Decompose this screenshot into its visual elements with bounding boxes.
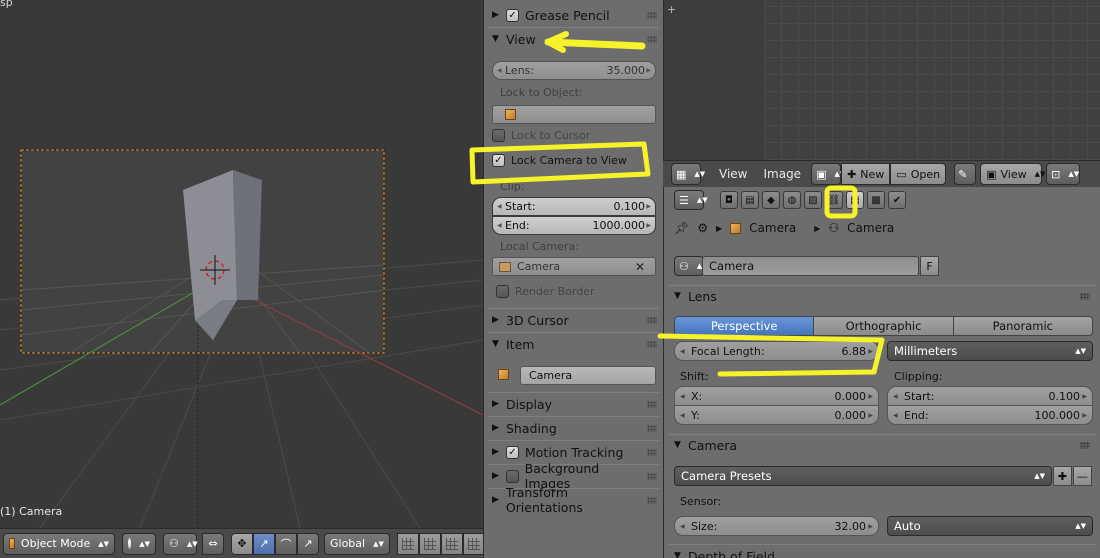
- annotation-arrow: [544, 38, 646, 50]
- annotation-box-lock-camera: [469, 141, 651, 185]
- annotation-overlay: [469, 31, 885, 377]
- annotation-focal-length: [657, 333, 885, 377]
- annotation-camera-tab: [824, 185, 858, 219]
